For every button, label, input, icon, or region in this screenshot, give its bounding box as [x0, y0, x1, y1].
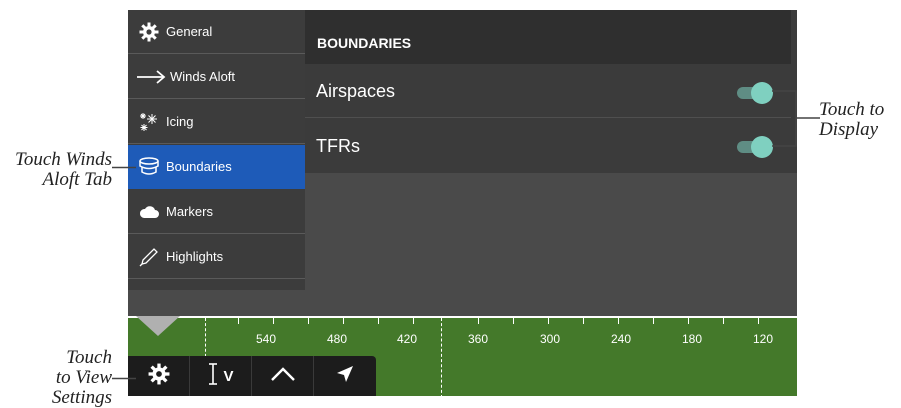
callout-line [112, 166, 136, 169]
airspaces-row[interactable]: Airspaces [305, 66, 791, 118]
tick-mark [653, 318, 654, 324]
callout-text: Touch [66, 347, 112, 368]
callout-display: Touch to Display [819, 100, 899, 140]
tick-mark [618, 318, 619, 324]
tick-mark [413, 318, 414, 324]
tick-mark [548, 318, 549, 324]
sidebar-item-icing[interactable]: Icing [128, 100, 305, 144]
sidebar-item-winds-aloft[interactable]: Winds Aloft [128, 55, 305, 99]
tick-label: 360 [468, 332, 489, 346]
boundaries-panel: BOUNDARIES Airspaces TFRs [305, 10, 797, 173]
tick-mark [513, 318, 514, 324]
tick-label: 540 [256, 332, 277, 346]
sidebar-item-label: Markers [166, 204, 213, 219]
vertical-scale-icon [207, 362, 219, 391]
sidebar-item-label: Winds Aloft [170, 69, 236, 84]
profile-peak-icon [270, 366, 296, 387]
callout-text: Touch Winds [15, 149, 112, 170]
tick-mark [758, 318, 759, 324]
callout-text: Aloft Tab [42, 169, 112, 190]
tick-mark [273, 318, 274, 324]
gear-icon [138, 21, 160, 43]
tick-label: 120 [753, 332, 774, 346]
tfrs-label: TFRs [316, 135, 360, 156]
tick-mark [308, 318, 309, 324]
profile-toolbar: V [128, 356, 376, 396]
cloud-icon [138, 201, 160, 223]
sidebar-item-label: Icing [166, 114, 194, 129]
settings-sidebar: General Winds Aloft Icing Boundaries Mar… [128, 10, 305, 290]
airspaces-toggle[interactable] [737, 81, 775, 104]
callout-text: Touch to [819, 99, 885, 120]
tick-mark [478, 318, 479, 324]
panel-title: BOUNDARIES [305, 10, 791, 64]
callout-text: Display [819, 119, 879, 140]
callout-text: to View [55, 367, 112, 388]
sidebar-item-label: General [166, 24, 213, 39]
tick-label: 480 [327, 332, 348, 346]
boundaries-icon [138, 156, 160, 178]
tick-mark [583, 318, 584, 324]
callout-bracket [772, 90, 820, 147]
position-marker-icon [136, 316, 180, 336]
arrow-right-icon [136, 66, 166, 88]
vertical-scale-label: V [223, 367, 234, 385]
callout-text: Settings [51, 387, 112, 408]
tick-mark [238, 318, 239, 324]
app-screen: General Winds Aloft Icing Boundaries Mar… [128, 10, 797, 396]
sidebar-item-general[interactable]: General [128, 10, 305, 54]
vertical-scale-button[interactable]: V [190, 356, 252, 396]
tfrs-row[interactable]: TFRs [305, 120, 791, 172]
tick-label: 420 [397, 332, 418, 346]
tick-label: 180 [682, 332, 703, 346]
callout-line [112, 377, 136, 380]
tfrs-toggle[interactable] [737, 135, 775, 158]
callout-winds-tab: Touch Winds Aloft Tab [8, 150, 112, 190]
sidebar-item-markers[interactable]: Markers [128, 190, 305, 234]
sidebar-item-boundaries[interactable]: Boundaries [128, 145, 305, 189]
sidebar-item-label: Highlights [166, 249, 224, 264]
tick-label: 300 [540, 332, 561, 346]
tick-mark [688, 318, 689, 324]
settings-button[interactable] [128, 356, 190, 396]
sidebar-item-highlights[interactable]: Highlights [128, 235, 305, 279]
callout-view-settings: Touch to View Settings [40, 348, 112, 408]
toggle-knob [751, 81, 773, 104]
track-direction-button[interactable] [314, 356, 376, 396]
profile-divider [441, 318, 442, 396]
pencil-icon [138, 246, 160, 268]
tick-label: 240 [611, 332, 632, 346]
toggle-knob [751, 136, 773, 158]
sidebar-item-label: Boundaries [166, 159, 232, 174]
snowflake-icon [138, 111, 160, 133]
gear-icon [148, 363, 170, 390]
tick-mark [723, 318, 724, 324]
tick-mark [343, 318, 344, 324]
airspaces-label: Airspaces [316, 81, 396, 101]
profile-view-button[interactable] [252, 356, 314, 396]
tick-mark [378, 318, 379, 324]
direction-arrow-icon [335, 364, 355, 389]
